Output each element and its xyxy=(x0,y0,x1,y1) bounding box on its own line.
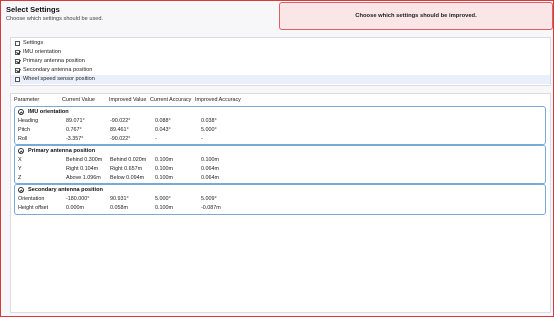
cell-parameter: X xyxy=(18,157,22,163)
cell-improved-value: 90.931° xyxy=(110,196,129,202)
cell-current-value: Right 0.104m xyxy=(66,166,99,172)
cell-parameter: Height offset xyxy=(18,205,49,211)
column-header-improved-value: Improved Value xyxy=(109,97,147,103)
cell-improved-value: Behind 0.020m xyxy=(110,157,147,163)
cell-current-value: 0.767° xyxy=(66,127,82,133)
settings-item-wheel-speed[interactable]: Wheel speed sensor position xyxy=(15,75,95,83)
cell-current-value: -3.357° xyxy=(66,136,84,142)
group-header[interactable]: Secondary antenna position xyxy=(18,187,103,193)
cell-improved-value: Below 0.094m xyxy=(110,175,145,181)
cell-current-value: -180.000° xyxy=(66,196,90,202)
page-subtitle: Choose which settings should be used. xyxy=(6,16,104,22)
settings-item-imu-orientation[interactable]: IMU orientation xyxy=(15,48,61,56)
cell-improved-value: 89.461° xyxy=(110,127,129,133)
column-header-current-value: Current Value xyxy=(62,97,95,103)
group-secondary-antenna: Secondary antenna position Orientation -… xyxy=(14,184,546,215)
cell-improved-accuracy: -0.087m xyxy=(201,205,221,211)
cell-improved-value: -90.022° xyxy=(110,136,131,142)
settings-item-label: Primary antenna position xyxy=(23,58,85,64)
cell-current-accuracy: 0.088° xyxy=(155,118,171,124)
chevron-up-icon[interactable] xyxy=(18,148,24,154)
cell-improved-accuracy: 5.000° xyxy=(201,127,217,133)
cell-improved-accuracy: - xyxy=(201,136,203,142)
cell-current-accuracy: 0.100m xyxy=(155,175,173,181)
chevron-up-icon[interactable] xyxy=(18,187,24,193)
cell-current-accuracy: 0.100m xyxy=(155,166,173,172)
header: Select Settings Choose which settings sh… xyxy=(1,1,553,30)
cell-current-value: Above 1.096m xyxy=(66,175,101,181)
checkbox-primary-antenna[interactable] xyxy=(15,58,20,64)
settings-table: Parameter Current Value Improved Value C… xyxy=(10,93,551,313)
select-settings-window: Select Settings Choose which settings sh… xyxy=(0,0,554,317)
group-title: Secondary antenna position xyxy=(28,187,103,193)
cell-parameter: Z xyxy=(18,175,22,181)
group-imu-orientation: IMU orientation Heading 89.071° -90.022°… xyxy=(14,106,546,145)
column-header-improved-accuracy: Improved Accuracy xyxy=(195,97,241,103)
settings-item-label: Wheel speed sensor position xyxy=(23,76,95,82)
cell-improved-value: 0.058m xyxy=(110,205,128,211)
checkbox-wheel-speed[interactable] xyxy=(15,76,20,82)
cell-current-accuracy: 5.000° xyxy=(155,196,171,202)
cell-current-accuracy: 0.100m xyxy=(155,205,173,211)
cell-improved-accuracy: 0.038° xyxy=(201,118,217,124)
cell-current-accuracy: 0.100m xyxy=(155,157,173,163)
settings-item-all[interactable]: Settings xyxy=(15,39,43,47)
group-title: IMU orientation xyxy=(28,109,69,115)
cell-current-value: 89.071° xyxy=(66,118,85,124)
settings-item-label: Settings xyxy=(23,40,44,46)
column-header-parameter: Parameter xyxy=(14,97,40,103)
improve-banner: Choose which settings should be improved… xyxy=(279,2,553,30)
page-title: Select Settings xyxy=(6,5,60,14)
chevron-up-icon[interactable] xyxy=(18,109,24,115)
group-primary-antenna: Primary antenna position X Behind 0.300m… xyxy=(14,145,546,184)
group-header[interactable]: Primary antenna position xyxy=(18,148,95,154)
cell-current-accuracy: 0.043° xyxy=(155,127,171,133)
cell-improved-value: -90.022° xyxy=(110,118,131,124)
cell-parameter: Y xyxy=(18,166,22,172)
checkbox-all[interactable] xyxy=(15,40,20,46)
cell-current-accuracy: - xyxy=(155,136,157,142)
cell-improved-accuracy: 0.064m xyxy=(201,175,219,181)
cell-current-value: 0.000m xyxy=(66,205,84,211)
group-title: Primary antenna position xyxy=(28,148,96,154)
checkbox-imu-orientation[interactable] xyxy=(15,49,20,55)
cell-parameter: Orientation xyxy=(18,196,45,202)
cell-improved-accuracy: 0.100m xyxy=(201,157,219,163)
cell-parameter: Pitch xyxy=(18,127,30,133)
settings-item-label: IMU orientation xyxy=(23,49,61,55)
cell-current-value: Behind 0.300m xyxy=(66,157,103,163)
cell-parameter: Heading xyxy=(18,118,39,124)
cell-improved-accuracy: 5.009° xyxy=(201,196,217,202)
cell-improved-accuracy: 0.064m xyxy=(201,166,219,172)
group-header[interactable]: IMU orientation xyxy=(18,109,69,115)
settings-checklist: Settings IMU orientation Primary antenna… xyxy=(10,37,551,86)
cell-improved-value: Right 0.657m xyxy=(110,166,143,172)
settings-item-secondary-antenna[interactable]: Secondary antenna position xyxy=(15,66,92,74)
cell-parameter: Roll xyxy=(18,136,28,142)
settings-item-primary-antenna[interactable]: Primary antenna position xyxy=(15,57,85,65)
checkbox-secondary-antenna[interactable] xyxy=(15,67,20,73)
settings-item-label: Secondary antenna position xyxy=(23,67,93,73)
column-header-current-accuracy: Current Accuracy xyxy=(150,97,192,103)
